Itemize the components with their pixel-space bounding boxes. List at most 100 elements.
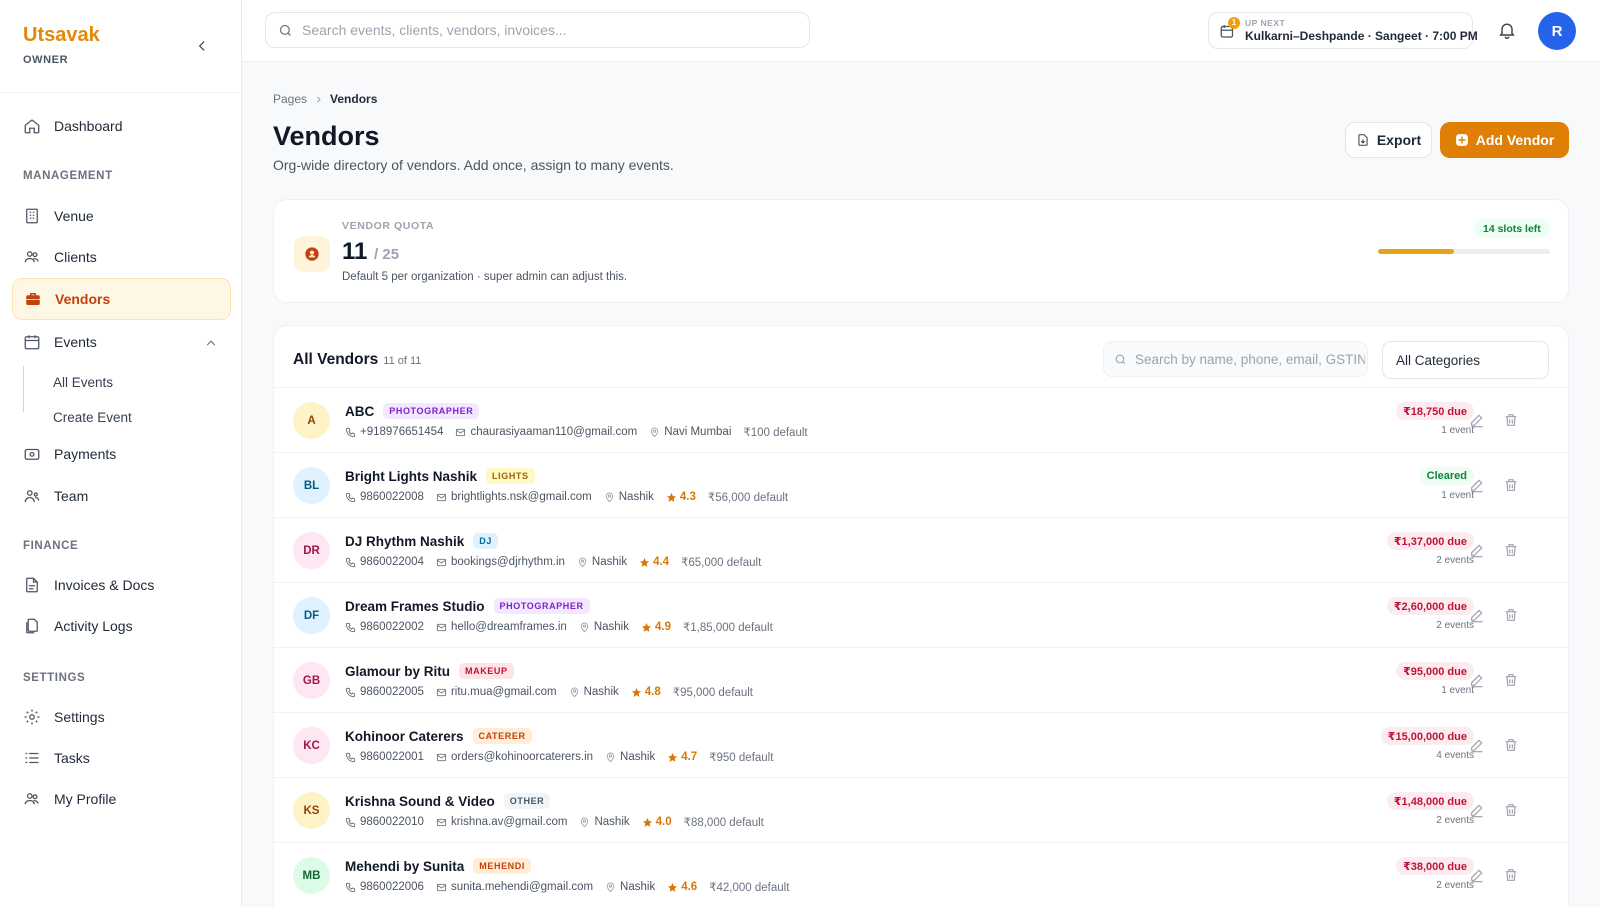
vendor-phone: 9860022010 bbox=[345, 816, 424, 828]
vendor-name: ABC bbox=[345, 403, 375, 419]
delete-vendor-button[interactable] bbox=[1503, 477, 1519, 493]
vendor-meta: 9860022010 krishna.av@gmail.com Nashik 4… bbox=[345, 815, 764, 829]
quota-progress-bar bbox=[1378, 249, 1550, 254]
delete-vendor-button[interactable] bbox=[1503, 867, 1519, 883]
category-filter-select[interactable]: All Categories bbox=[1382, 341, 1549, 379]
home-icon bbox=[24, 119, 40, 134]
vendor-city: Nashik bbox=[577, 556, 627, 568]
sidebar-item-venue[interactable]: Venue bbox=[12, 196, 231, 236]
vendor-name-line: Dream Frames Studio PHOTOGRAPHER bbox=[345, 598, 590, 614]
edit-vendor-button[interactable] bbox=[1469, 412, 1485, 428]
vendor-name-line: Kohinoor Caterers CATERER bbox=[345, 728, 532, 744]
vendor-category-tag: MEHENDI bbox=[473, 858, 531, 874]
vendor-row[interactable]: MB Mehendi by Sunita MEHENDI 9860022006 … bbox=[274, 842, 1568, 907]
delete-vendor-button[interactable] bbox=[1503, 802, 1519, 818]
collapse-sidebar-button[interactable] bbox=[192, 36, 212, 56]
location-pin-icon bbox=[570, 687, 578, 697]
vendor-email-text: ritu.mua@gmail.com bbox=[450, 686, 557, 698]
up-next-widget[interactable]: 1 UP NEXT Kulkarni–Deshpande · Sangeet ·… bbox=[1208, 12, 1478, 49]
export-button[interactable]: Export bbox=[1345, 122, 1432, 158]
vendor-name: Glamour by Ritu bbox=[345, 663, 451, 679]
vendor-row[interactable]: BL Bright Lights Nashik LIGHTS 986002200… bbox=[274, 452, 1568, 517]
edit-vendor-button[interactable] bbox=[1469, 802, 1485, 818]
trash-icon bbox=[1505, 609, 1517, 621]
global-search[interactable] bbox=[265, 12, 810, 48]
edit-vendor-button[interactable] bbox=[1469, 477, 1485, 493]
up-next-text-wrap: UP NEXT Kulkarni–Deshpande · Sangeet · 7… bbox=[1245, 18, 1478, 43]
vendor-email-text: bookings@djrhythm.in bbox=[450, 556, 565, 568]
mail-icon bbox=[436, 558, 447, 566]
star-icon bbox=[639, 557, 650, 567]
vendor-row[interactable]: GB Glamour by Ritu MAKEUP 9860022005 rit… bbox=[274, 647, 1568, 712]
vendor-row[interactable]: KC Kohinoor Caterers CATERER 9860022001 … bbox=[274, 712, 1568, 777]
edit-vendor-button[interactable] bbox=[1469, 542, 1485, 558]
vendor-city-text: Nashik bbox=[591, 556, 628, 568]
section-heading-management: MANAGEMENT bbox=[23, 170, 113, 182]
vendor-rating-value: 4.9 bbox=[654, 621, 671, 633]
vendor-phone: 9860022001 bbox=[345, 751, 424, 763]
edit-icon bbox=[1471, 804, 1483, 818]
sidebar-item-settings[interactable]: Settings bbox=[12, 697, 231, 737]
vendor-rating-value: 4.3 bbox=[679, 491, 696, 503]
vendor-default-rate: ₹95,000 default bbox=[672, 687, 753, 699]
add-vendor-button[interactable]: Add Vendor bbox=[1440, 122, 1569, 158]
sidebar-item-tasks[interactable]: Tasks bbox=[12, 738, 231, 778]
sidebar-item-payments[interactable]: Payments bbox=[12, 434, 231, 474]
vendor-row[interactable]: DF Dream Frames Studio PHOTOGRAPHER 9860… bbox=[274, 582, 1568, 647]
sidebar-item-team[interactable]: Team bbox=[12, 476, 231, 516]
add-vendor-button-label: Add Vendor bbox=[1475, 132, 1555, 148]
phone-icon bbox=[345, 492, 356, 502]
edit-vendor-button[interactable] bbox=[1469, 607, 1485, 623]
vendor-email-text: orders@kohinoorcaterers.in bbox=[450, 751, 594, 763]
edit-vendor-button[interactable] bbox=[1469, 672, 1485, 688]
vendor-row[interactable]: A ABC PHOTOGRAPHER +918976651454 chauras… bbox=[274, 387, 1568, 452]
team-icon bbox=[24, 490, 40, 503]
vendor-email: ritu.mua@gmail.com bbox=[436, 686, 557, 698]
vendor-city: Nashik bbox=[579, 621, 629, 633]
vendor-payment-status: ₹95,000 due bbox=[1396, 662, 1474, 680]
vendor-city: Nashik bbox=[579, 816, 630, 828]
vendor-search[interactable] bbox=[1103, 341, 1368, 377]
trash-icon bbox=[1505, 674, 1517, 686]
sidebar-item-vendors[interactable]: Vendors bbox=[12, 278, 231, 320]
vendor-phone: 9860022004 bbox=[345, 556, 424, 568]
sidebar-item-label: Vendors bbox=[55, 291, 111, 307]
brand: Utsavak OWNER bbox=[23, 24, 100, 66]
edit-vendor-button[interactable] bbox=[1469, 867, 1485, 883]
vendor-row[interactable]: DR DJ Rhythm Nashik DJ 9860022004 bookin… bbox=[274, 517, 1568, 582]
sidebar-subitem-all-events[interactable]: All Events bbox=[53, 375, 113, 390]
bell-icon[interactable] bbox=[1497, 20, 1517, 40]
vendor-city-text: Nashik bbox=[620, 881, 656, 893]
delete-vendor-button[interactable] bbox=[1503, 607, 1519, 623]
vendor-search-input[interactable] bbox=[1135, 351, 1365, 367]
chevron-up-icon[interactable] bbox=[204, 336, 218, 350]
global-search-input[interactable] bbox=[302, 22, 782, 38]
sidebar-item-label: Settings bbox=[54, 709, 105, 725]
star-icon bbox=[668, 882, 678, 892]
sidebar-subitem-create-event[interactable]: Create Event bbox=[53, 410, 132, 425]
delete-vendor-button[interactable] bbox=[1503, 672, 1519, 688]
vendor-email-text: hello@dreamframes.in bbox=[450, 621, 567, 633]
sidebar-item-activity-logs[interactable]: Activity Logs bbox=[12, 606, 231, 646]
sidebar-item-my-profile[interactable]: My Profile bbox=[12, 779, 231, 819]
edit-icon bbox=[1471, 544, 1483, 558]
vendor-payment-status: ₹15,00,000 due bbox=[1380, 727, 1474, 745]
delete-vendor-button[interactable] bbox=[1503, 542, 1519, 558]
delete-vendor-button[interactable] bbox=[1503, 737, 1519, 753]
mail-icon bbox=[436, 753, 447, 761]
sidebar-item-events[interactable]: Events bbox=[12, 322, 231, 362]
delete-vendor-button[interactable] bbox=[1503, 412, 1519, 428]
sidebar-item-label: Invoices & Docs bbox=[54, 577, 155, 593]
vendor-city-text: Navi Mumbai bbox=[664, 426, 732, 438]
edit-icon bbox=[1471, 674, 1483, 688]
sidebar-item-clients[interactable]: Clients bbox=[12, 237, 231, 277]
vendor-email-text: chaurasiyaaman110@gmail.com bbox=[470, 426, 638, 438]
vendor-payment-status: Cleared bbox=[1419, 467, 1474, 485]
user-avatar[interactable]: R bbox=[1538, 12, 1576, 50]
vendor-row[interactable]: KS Krishna Sound & Video OTHER 986002201… bbox=[274, 777, 1568, 842]
breadcrumb-root[interactable]: Pages bbox=[273, 92, 307, 106]
vendor-default-rate: ₹42,000 default bbox=[709, 882, 790, 894]
edit-vendor-button[interactable] bbox=[1469, 737, 1485, 753]
sidebar-item-invoices[interactable]: Invoices & Docs bbox=[12, 565, 231, 605]
sidebar-item-dashboard[interactable]: Dashboard bbox=[12, 106, 231, 146]
